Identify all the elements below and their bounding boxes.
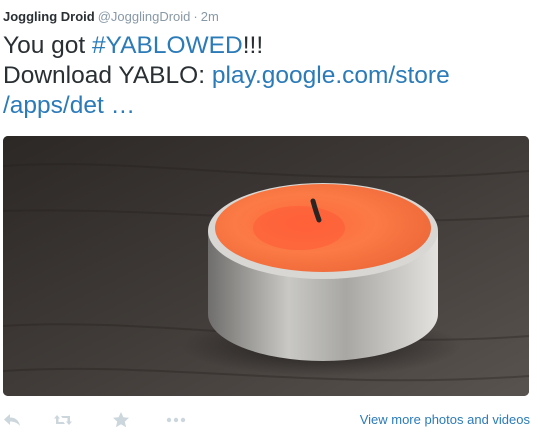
tealight-candle-photo: [3, 136, 529, 396]
text-suffix: !!!: [242, 32, 264, 59]
tweet: Joggling Droid @JogglingDroid · 2m You got …: [0, 0, 538, 436]
tweet-timestamp[interactable]: 2m: [201, 9, 219, 24]
more-icon[interactable]: [166, 411, 186, 429]
reply-icon[interactable]: [3, 411, 23, 429]
store-link-part-1[interactable]: play.google.com/store: [212, 62, 450, 89]
view-more-photos-link[interactable]: View more photos and videos: [360, 412, 530, 427]
header-separator: ·: [193, 9, 198, 24]
hashtag-link[interactable]: #YABLOWED: [92, 32, 243, 59]
tweet-line-2: Download YABLO: play.google.com/store: [3, 61, 533, 91]
tweet-line-3: /apps/det …: [3, 91, 533, 121]
tweet-actions: View more photos and videos: [0, 405, 538, 435]
store-link-part-2[interactable]: /apps/det …: [3, 92, 135, 119]
tweet-line-1: You got #YABLOWED!!!: [3, 31, 533, 61]
retweet-icon[interactable]: [53, 411, 73, 429]
tweet-header: Joggling Droid @JogglingDroid · 2m: [3, 9, 219, 27]
download-prefix: Download YABLO:: [3, 62, 212, 89]
text-prefix: You got: [3, 32, 93, 59]
tweet-text: You got #YABLOWED!!! Download YABLO: pla…: [3, 31, 533, 121]
favorite-icon[interactable]: [111, 411, 131, 429]
author-name[interactable]: Joggling Droid: [3, 9, 95, 24]
author-handle[interactable]: @JogglingDroid: [98, 9, 191, 24]
tweet-photo[interactable]: [3, 136, 529, 396]
